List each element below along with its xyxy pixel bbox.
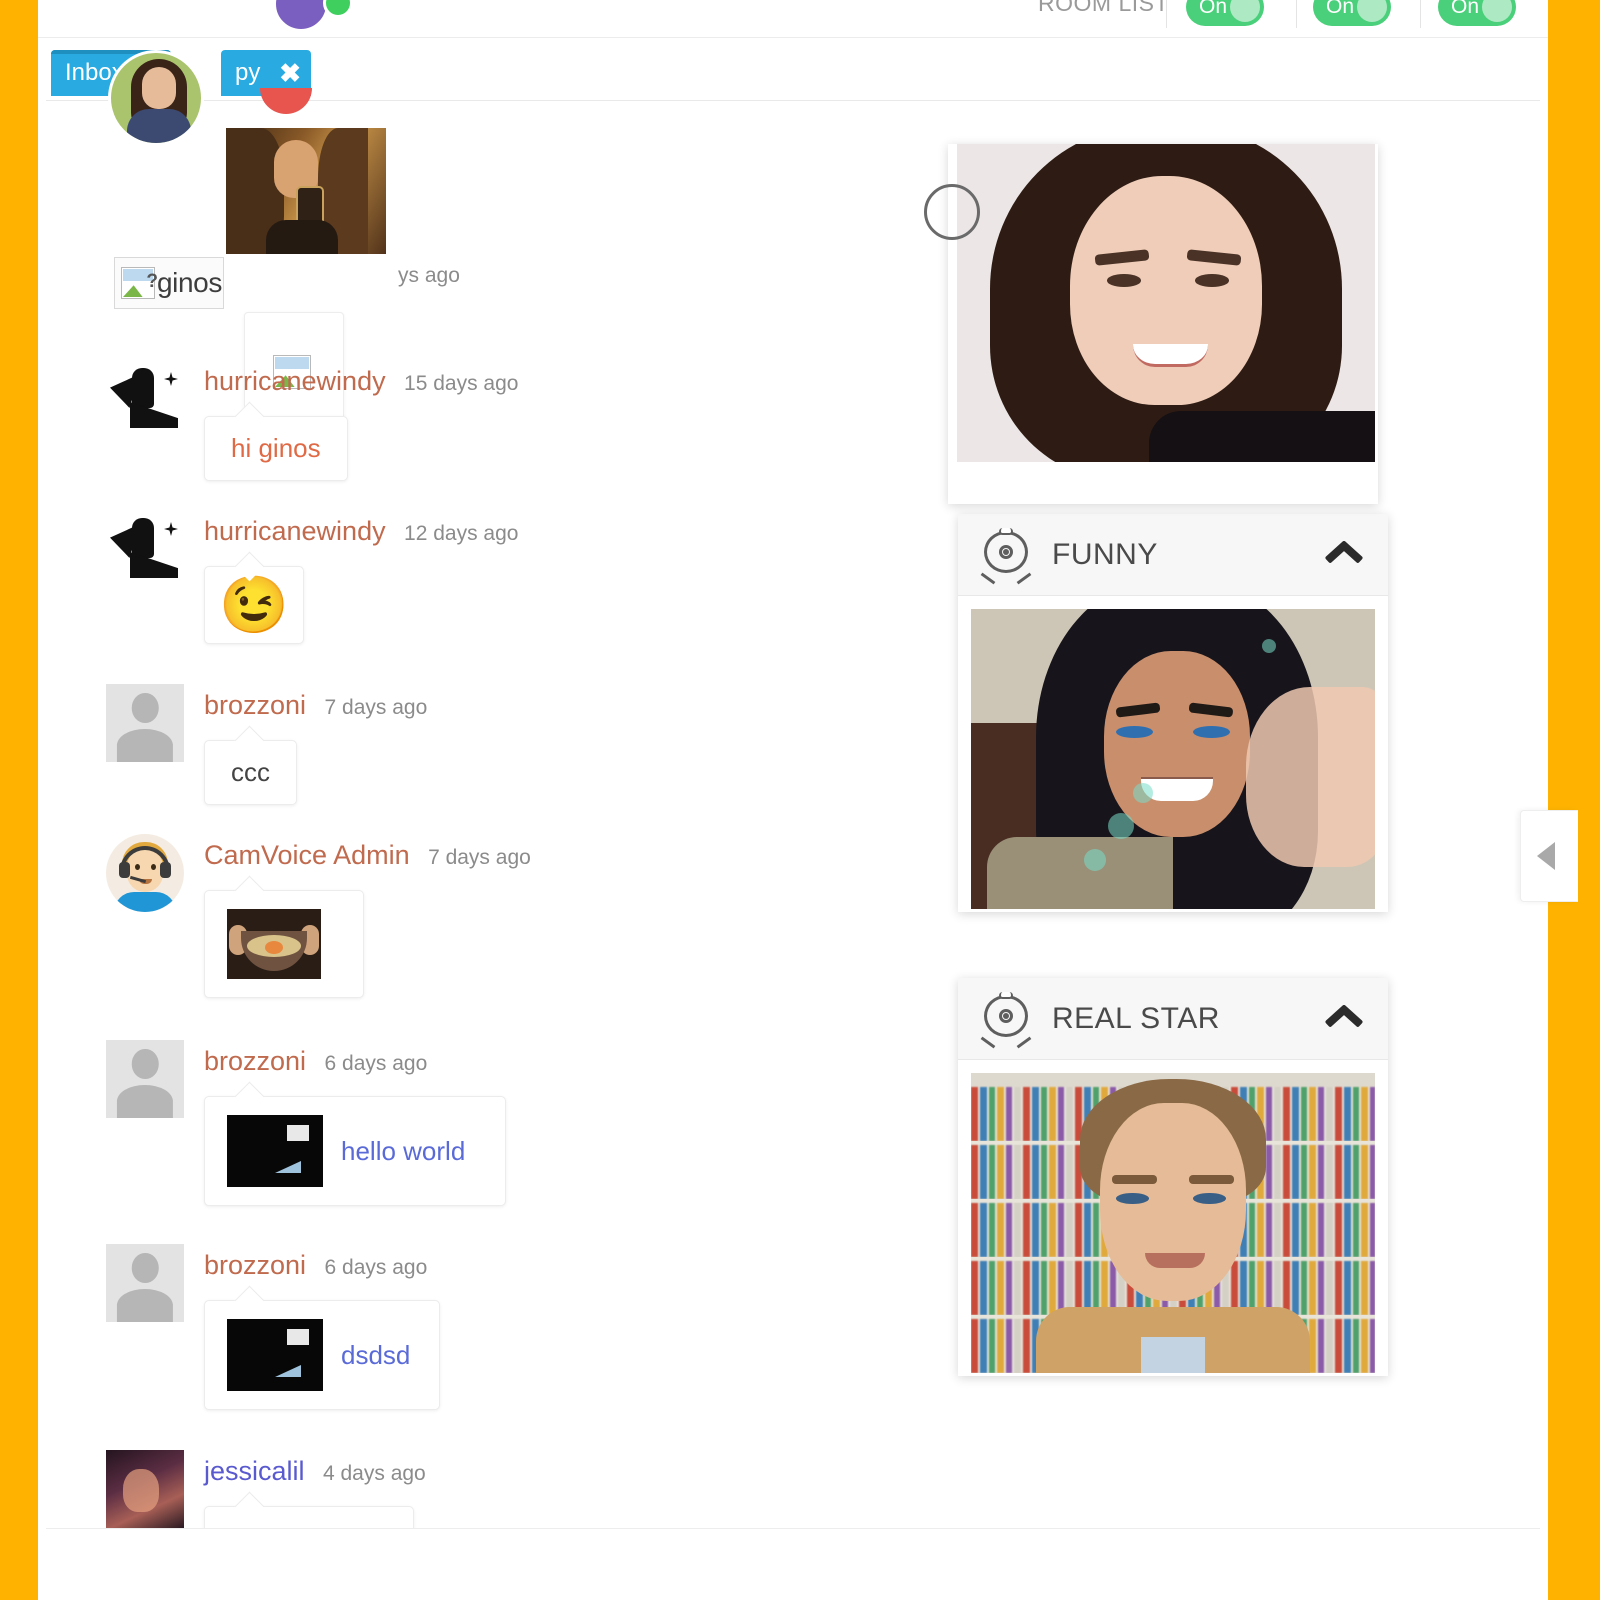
image-attachment[interactable]	[205, 891, 363, 997]
message-text: hi ginos	[231, 433, 321, 463]
message-header: brozzoni 6 days ago	[204, 1046, 427, 1077]
message-row[interactable]: hurricanewindy 12 days ago 😉	[46, 510, 896, 644]
avatar[interactable]	[106, 1040, 184, 1118]
message-author[interactable]: brozzoni	[204, 1250, 306, 1280]
message-author[interactable]: CamVoice Admin	[204, 840, 410, 870]
triangle-left-icon	[1537, 842, 1555, 870]
toggle-switch-3[interactable]: On	[1438, 0, 1516, 26]
message-header: hurricanewindy 15 days ago	[204, 366, 518, 397]
cam-panel-body	[958, 1060, 1388, 1386]
cam-panel-title: FUNNY	[1052, 537, 1158, 571]
message-bubble[interactable]	[204, 1506, 414, 1528]
webcam-icon	[978, 991, 1034, 1048]
cam-stream[interactable]	[957, 144, 1375, 462]
message-link[interactable]: dsdsd	[341, 1340, 410, 1371]
cam-panel-body	[958, 596, 1388, 922]
avatar[interactable]	[106, 834, 184, 912]
user-avatar-badge[interactable]	[273, 0, 329, 32]
message-timestamp: 7 days ago	[324, 696, 428, 719]
chat-message-list[interactable]: ? ginos ys ago hurricanewindy 15 days ag…	[46, 102, 896, 1528]
link-attachment[interactable]: dsdsd	[205, 1301, 439, 1409]
message-link[interactable]: hello world	[341, 1136, 465, 1167]
message-header: brozzoni 6 days ago	[204, 1250, 427, 1281]
message-timestamp: 6 days ago	[324, 1256, 428, 1279]
message-bubble[interactable]: dsdsd	[204, 1300, 440, 1410]
tab-history-label: py	[235, 59, 261, 86]
cam-panel-header[interactable]: REAL STAR	[958, 978, 1388, 1060]
image-hover-preview[interactable]	[226, 128, 386, 254]
message-row[interactable]: brozzoni 6 days ago hello world	[46, 1040, 896, 1206]
avatar-body	[127, 109, 191, 143]
message-timestamp: 15 days ago	[404, 372, 519, 395]
chevron-up-icon[interactable]	[1324, 539, 1364, 566]
close-icon[interactable]: ✖	[279, 60, 301, 86]
avatar[interactable]	[106, 510, 184, 588]
message-author[interactable]: hurricanewindy	[204, 366, 386, 396]
chevron-up-icon[interactable]	[1324, 1003, 1364, 1030]
page-surface: ROOM LIST On On On Inbox py ✖ ? ginos ys…	[38, 0, 1578, 1600]
toolbar-divider	[1296, 0, 1297, 28]
cam-video-frame	[971, 1073, 1375, 1373]
message-row[interactable]: brozzoni 6 days ago dsdsd	[46, 1244, 896, 1410]
toggle-switch-2[interactable]: On	[1313, 0, 1391, 26]
toolbar-divider	[1166, 0, 1167, 28]
message-author[interactable]: brozzoni	[204, 690, 306, 720]
avatar[interactable]	[106, 684, 184, 762]
message-text: ccc	[231, 757, 270, 787]
cam-video-frame	[971, 609, 1375, 909]
message-header: hurricanewindy 12 days ago	[204, 516, 518, 547]
toggle-switch-1[interactable]: On	[1186, 0, 1264, 26]
message-bubble[interactable]: hi ginos	[204, 416, 348, 481]
cam-video-frame	[957, 144, 1375, 462]
message-timestamp: 4 days ago	[322, 1462, 426, 1485]
message-row[interactable]: CamVoice Admin 7 days ago	[46, 834, 896, 998]
message-row[interactable]: brozzoni 7 days ago ccc	[46, 684, 896, 805]
cam-stream[interactable]	[971, 609, 1375, 909]
message-author[interactable]: hurricanewindy	[204, 516, 386, 546]
message-timestamp: 7 days ago	[428, 846, 531, 869]
cam-panel-realstar[interactable]: REAL STAR	[958, 978, 1388, 1376]
cam-panel-header[interactable]: FUNNY	[958, 514, 1388, 596]
cam-panel-funny[interactable]: FUNNY	[958, 514, 1388, 912]
message-bubble[interactable]: 😉	[204, 566, 304, 644]
message-timestamp: 12 days ago	[404, 522, 519, 545]
message-author[interactable]: brozzoni	[204, 1046, 306, 1076]
floating-profile-avatar[interactable]	[108, 50, 204, 146]
cam-stream[interactable]	[971, 1073, 1375, 1373]
broken-image-placeholder[interactable]: ? ginos	[114, 257, 224, 309]
pinned-message-time: ys ago	[398, 264, 460, 287]
video-thumbnail[interactable]	[227, 1115, 323, 1187]
video-thumbnail[interactable]	[227, 1319, 323, 1391]
top-navigation-strip: ROOM LIST On On On	[38, 0, 1548, 38]
webcam-icon	[924, 184, 980, 240]
message-header: CamVoice Admin 7 days ago	[204, 840, 531, 871]
message-bubble[interactable]: ccc	[204, 740, 297, 805]
cam-panel-title: REAL STAR	[1052, 1001, 1220, 1035]
cam-panel-top[interactable]	[924, 144, 1378, 504]
panel-collapse-handle[interactable]	[1520, 810, 1578, 902]
message-row[interactable]: hurricanewindy 15 days ago hi ginos	[46, 360, 896, 481]
message-bubble[interactable]	[204, 890, 364, 998]
online-status-dot	[323, 0, 353, 18]
chat-bottom-rule	[46, 1528, 1540, 1529]
avatar[interactable]	[106, 1450, 184, 1528]
image-thumbnail[interactable]	[227, 909, 321, 979]
avatar[interactable]	[106, 360, 184, 438]
broken-image-label: ginos	[157, 267, 222, 298]
app-frame: ROOM LIST On On On Inbox py ✖ ? ginos ys…	[0, 0, 1600, 1600]
room-list-label[interactable]: ROOM LIST	[1038, 0, 1169, 17]
message-row[interactable]: jessicalil 4 days ago	[46, 1450, 896, 1528]
message-bubble[interactable]: hello world	[204, 1096, 506, 1206]
avatar[interactable]	[106, 1244, 184, 1322]
webcam-icon	[978, 527, 1034, 584]
message-timestamp: 6 days ago	[324, 1052, 428, 1075]
message-header: jessicalil 4 days ago	[204, 1456, 426, 1487]
link-attachment[interactable]: hello world	[205, 1097, 505, 1205]
avatar-face	[142, 67, 176, 109]
wink-emoji: 😉	[219, 573, 289, 636]
broken-image-icon: ?	[121, 267, 158, 299]
message-header: brozzoni 7 days ago	[204, 690, 427, 721]
toolbar-divider	[1420, 0, 1421, 28]
message-author[interactable]: jessicalil	[204, 1456, 305, 1486]
